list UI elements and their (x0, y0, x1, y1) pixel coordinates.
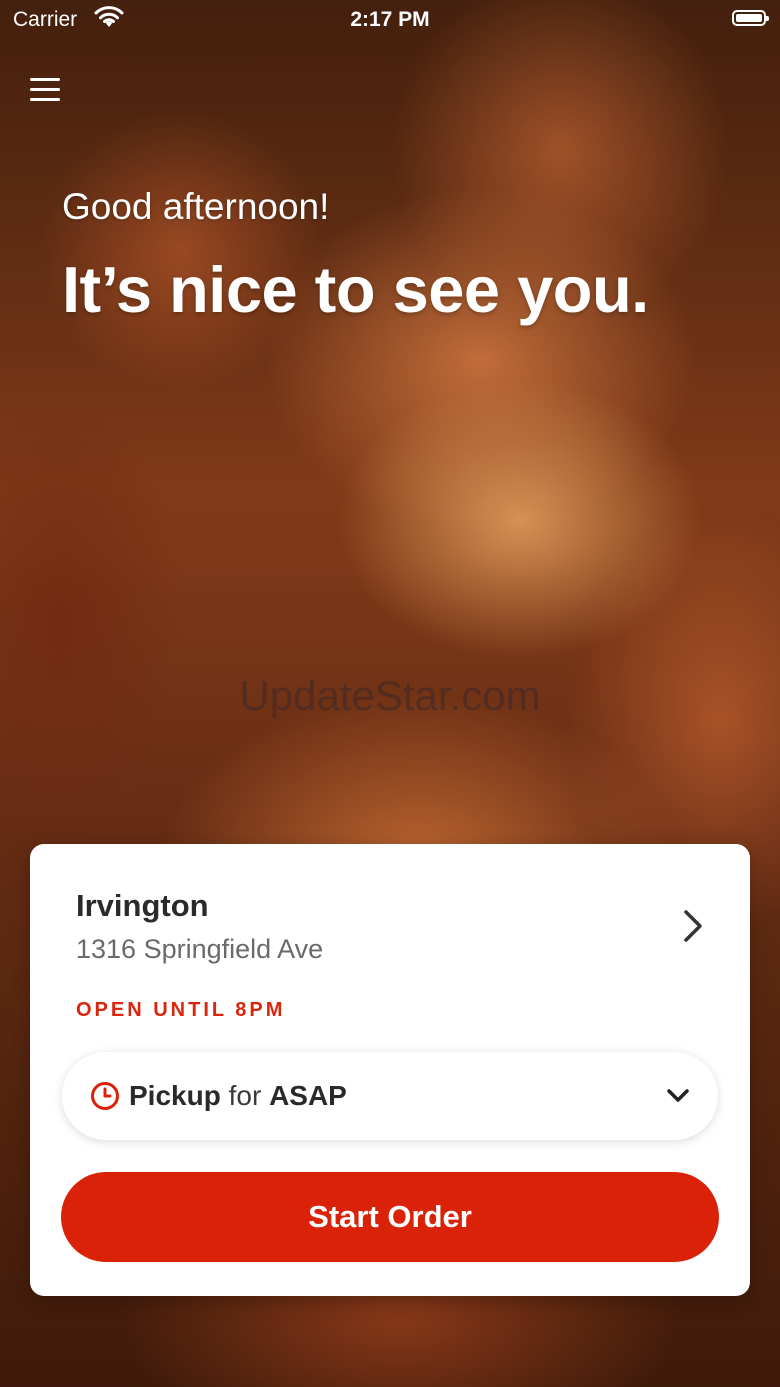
order-mode-text: Pickup for ASAP (129, 1080, 347, 1112)
start-order-button[interactable]: Start Order (61, 1172, 719, 1262)
order-mode-selector[interactable]: Pickup for ASAP (62, 1052, 718, 1140)
order-mode-type: Pickup (129, 1080, 221, 1111)
watermark: UpdateStar.com (239, 672, 541, 719)
order-mode-connector: for (228, 1080, 262, 1111)
hamburger-menu-icon[interactable] (28, 74, 62, 104)
battery-icon (732, 10, 769, 26)
chevron-down-icon (667, 1089, 689, 1102)
store-selector[interactable]: Irvington 1316 Springfield Ave (30, 844, 750, 984)
store-name: Irvington (76, 888, 209, 923)
clock-time: 2:17 PM (350, 8, 430, 31)
greeting-text: Good afternoon! (62, 186, 330, 227)
store-address: 1316 Springfield Ave (76, 934, 324, 964)
store-card: Irvington 1316 Springfield Ave OPEN UNTI… (30, 844, 750, 1296)
chevron-right-icon (684, 910, 702, 942)
clock-icon (91, 1082, 119, 1110)
store-hours-badge: OPEN UNTIL 8PM (76, 999, 286, 1021)
status-bar: Carrier 2:17 PM (0, 0, 780, 40)
order-mode-time: ASAP (269, 1080, 347, 1111)
welcome-headline: It’s nice to see you. (62, 253, 649, 326)
